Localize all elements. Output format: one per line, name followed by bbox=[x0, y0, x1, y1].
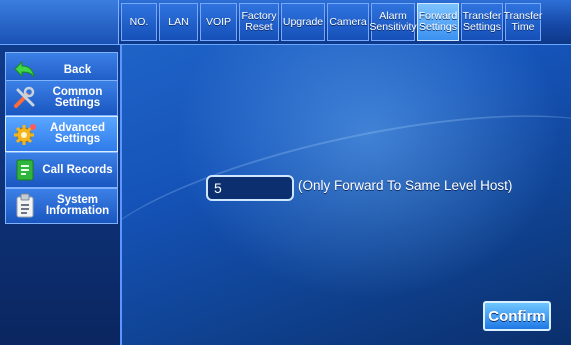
tab-voip[interactable]: VOIP bbox=[200, 3, 237, 41]
call-records-icon bbox=[12, 157, 38, 183]
tab-bar: NO. LAN VOIP Factory Reset Upgrade Camera… bbox=[0, 0, 571, 45]
tab-camera[interactable]: Camera bbox=[327, 3, 369, 41]
tab-lan[interactable]: LAN bbox=[159, 3, 198, 41]
gear-icon bbox=[12, 121, 38, 147]
tabs: NO. LAN VOIP Factory Reset Upgrade Camera… bbox=[121, 3, 543, 41]
tab-transfer-time[interactable]: Transfer Time bbox=[504, 3, 542, 41]
sidebar-item-label: Back bbox=[63, 63, 92, 76]
content-panel bbox=[122, 45, 571, 345]
sidebar-item-label: System Information bbox=[45, 194, 110, 217]
tab-transfer-settings[interactable]: Transfer Settings bbox=[461, 3, 503, 41]
forward-level-input[interactable]: 5 bbox=[206, 175, 294, 201]
settings-screen: NO. LAN VOIP Factory Reset Upgrade Camera… bbox=[0, 0, 571, 345]
sidebar-item-call-records[interactable]: Call Records bbox=[5, 152, 118, 188]
sidebar-item-label: Advanced Settings bbox=[50, 122, 105, 145]
tab-factory-reset[interactable]: Factory Reset bbox=[239, 3, 279, 41]
sidebar: Back Common Settings Advanced Settings Cal… bbox=[0, 45, 122, 345]
tab-no[interactable]: NO. bbox=[121, 3, 157, 41]
sidebar-item-system-information[interactable]: System Information bbox=[5, 188, 118, 224]
clipboard-icon bbox=[12, 193, 38, 219]
tools-icon bbox=[12, 85, 38, 111]
sidebar-item-advanced-settings[interactable]: Advanced Settings bbox=[5, 116, 118, 152]
tab-forward-settings[interactable]: Forward Settings bbox=[417, 3, 459, 41]
sidebar-item-common-settings[interactable]: Common Settings bbox=[5, 80, 118, 116]
sidebar-item-label: Common Settings bbox=[52, 86, 103, 109]
tab-upgrade[interactable]: Upgrade bbox=[281, 3, 325, 41]
forward-hint-text: (Only Forward To Same Level Host) bbox=[298, 178, 513, 193]
confirm-button[interactable]: Confirm bbox=[483, 301, 551, 331]
background-streak bbox=[122, 78, 571, 334]
tab-alarm-sensitivity[interactable]: Alarm Sensitivity bbox=[369, 3, 417, 41]
sidebar-item-label: Call Records bbox=[42, 163, 113, 176]
tab-bar-corner bbox=[0, 0, 119, 44]
